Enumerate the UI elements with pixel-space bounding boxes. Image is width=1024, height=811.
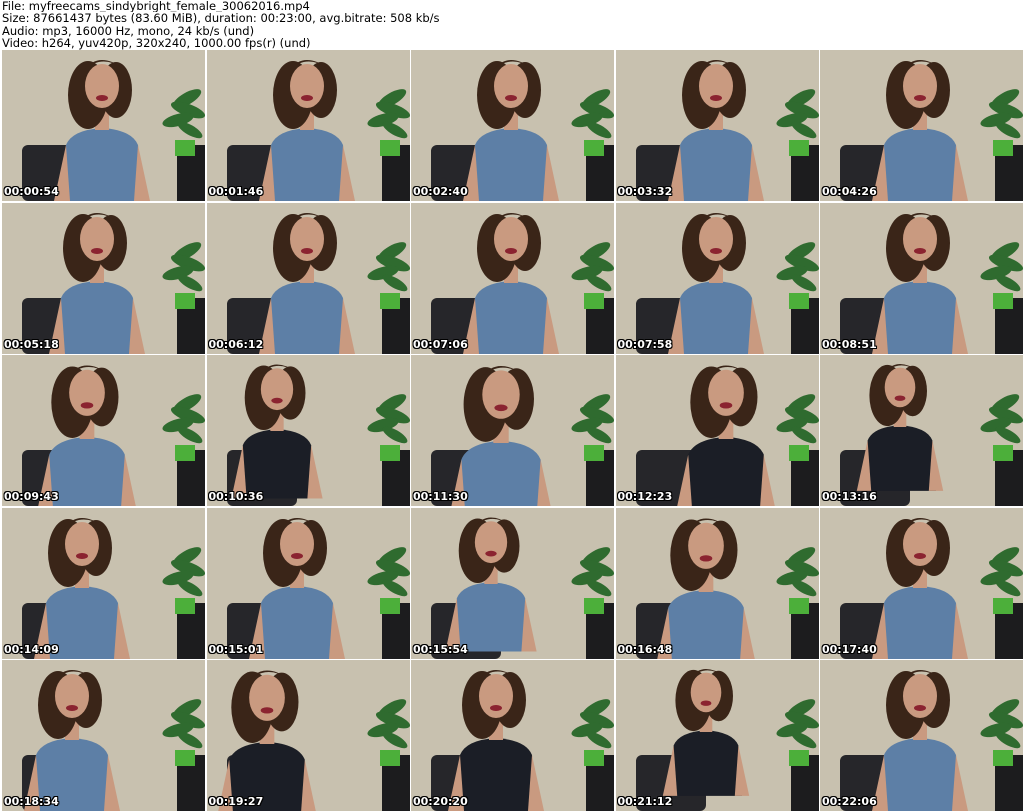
video-thumbnail: 00:12:23 [615, 355, 819, 506]
thumbnail-timestamp: 00:22:06 [822, 795, 877, 808]
thumbnail-timestamp: 00:11:30 [413, 490, 468, 503]
file-size-line: Size: 87661437 bytes (83.60 MiB), durati… [2, 12, 440, 25]
video-thumbnail: 00:02:40 [411, 50, 614, 201]
thumbnail-timestamp: 00:18:34 [4, 795, 59, 808]
video-thumbnail: 00:07:06 [411, 202, 614, 354]
thumbnail-timestamp: 00:00:54 [4, 185, 59, 198]
video-thumbnail: 00:10:36 [206, 355, 410, 506]
thumbnail-timestamp: 00:21:12 [617, 795, 673, 808]
video-thumbnail: 00:18:34 [2, 660, 205, 811]
video-thumbnail: 00:13:16 [820, 355, 1023, 506]
thumbnail-timestamp: 00:14:09 [4, 642, 59, 656]
thumbnail-timestamp: 00:12:23 [617, 490, 673, 503]
thumbnail-timestamp: 00:07:06 [413, 337, 468, 351]
video-thumbnail: 00:07:58 [615, 202, 819, 354]
video-thumbnail: 00:03:32 [615, 50, 819, 201]
thumbnail-timestamp: 00:01:46 [208, 185, 264, 198]
video-info-line: Video: h264, yuv420p, 320x240, 1000.00 f… [2, 37, 311, 50]
video-thumbnail: 00:15:01 [206, 507, 410, 659]
video-thumbnail: 00:22:06 [820, 660, 1023, 811]
thumbnail-timestamp: 00:08:51 [822, 337, 877, 351]
video-thumbnail: 00:05:18 [2, 202, 205, 354]
video-thumbnail: 00:16:48 [615, 507, 819, 659]
thumbnail-timestamp: 00:07:58 [617, 337, 673, 351]
thumbnail-timestamp: 00:13:16 [822, 490, 877, 503]
thumbnail-timestamp: 00:15:54 [413, 642, 468, 656]
thumbnail-timestamp: 00:06:12 [208, 337, 264, 351]
video-thumbnail: 00:17:40 [820, 507, 1023, 659]
thumbnail-timestamp: 00:09:43 [4, 490, 59, 503]
thumbnail-timestamp: 00:17:40 [822, 642, 877, 656]
thumbnail-timestamp: 00:16:48 [617, 642, 673, 656]
thumbnail-timestamp: 00:03:32 [617, 185, 673, 198]
video-thumbnail: 00:20:20 [411, 660, 614, 811]
video-thumbnail: 00:06:12 [206, 202, 410, 354]
thumbnail-timestamp: 00:04:26 [822, 185, 877, 198]
video-thumbnail: 00:09:43 [2, 355, 205, 506]
audio-info-line: Audio: mp3, 16000 Hz, mono, 24 kb/s (und… [2, 24, 255, 38]
thumbnail-timestamp: 00:15:01 [208, 642, 264, 656]
thumbnail-timestamp: 00:05:18 [4, 337, 59, 351]
video-thumbnail: 00:08:51 [820, 202, 1023, 354]
video-thumbnail: 00:14:09 [2, 507, 205, 659]
video-thumbnail: 00:21:12 [615, 660, 819, 811]
thumbnail-timestamp: 00:10:36 [208, 490, 264, 503]
thumbnail-timestamp: 00:02:40 [413, 185, 468, 198]
video-thumbnail: 00:11:30 [411, 355, 614, 506]
video-thumbnail: 00:15:54 [411, 507, 614, 659]
thumbnail-timestamp: 00:20:20 [413, 795, 468, 808]
file-info-header: File: myfreecams_sindybright_female_3006… [2, 0, 1022, 50]
thumbnail-grid: 00:00:54 00:01:46 00:02:40 00:03:32 00:0… [0, 50, 1024, 811]
video-thumbnail: 00:19:27 [206, 660, 410, 811]
video-thumbnail: 00:00:54 [2, 50, 205, 201]
video-thumbnail: 00:04:26 [820, 50, 1023, 201]
video-thumbnail: 00:01:46 [206, 50, 410, 201]
thumbnail-timestamp: 00:19:27 [208, 795, 264, 808]
file-name-line: File: myfreecams_sindybright_female_3006… [2, 0, 310, 13]
